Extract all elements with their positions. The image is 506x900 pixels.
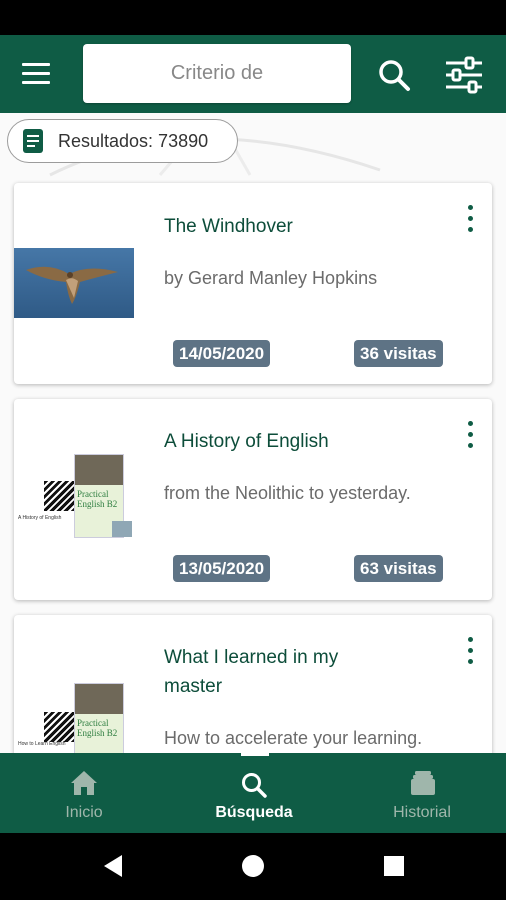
more-options-button[interactable] [458,421,482,455]
nav-history-label: Historial [393,804,451,821]
more-vert-icon [467,421,473,426]
card-title: The Windhover [164,216,293,237]
result-card[interactable]: The Windhover by Gerard Manley Hopkins 1… [14,183,492,384]
thumb-caption: A History of English [18,515,62,521]
card-thumbnail: How to Learn English Practical English B… [14,675,134,753]
filter-button[interactable] [442,55,486,95]
card-subtitle: How to accelerate your learning. [164,728,423,748]
search-box [83,44,351,103]
thumb-pattern [44,712,74,742]
results-count-chip: Resultados: 73890 [7,119,238,163]
results-list[interactable]: Resultados: 73890 The Windhover by Gerar… [0,113,506,753]
menu-button[interactable] [22,59,58,89]
nav-home-label: Inicio [65,804,103,821]
more-options-button[interactable] [458,205,482,239]
history-icon [411,771,435,795]
result-card[interactable]: How to Learn English Practical English B… [14,615,492,753]
system-navigation-bar [0,833,506,900]
card-subtitle: from the Neolithic to yesterday. [164,483,411,503]
back-icon[interactable] [102,854,124,878]
filter-icon [446,56,482,94]
date-badge: 14/05/2020 [173,340,271,367]
nav-search[interactable]: Búsqueda [170,753,338,833]
card-thumbnail: A History of English Practical English B… [14,449,134,544]
home-icon [71,771,97,795]
app-bar [0,35,506,113]
card-title: What I learned in my master [164,647,339,697]
visits-badge: 36 visitas [354,340,443,367]
home-circle-icon[interactable] [241,854,265,878]
nav-history[interactable]: Historial [338,753,506,833]
date-badge: 13/05/2020 [173,555,271,582]
document-icon [23,129,43,153]
menu-icon [22,63,50,66]
thumb-pattern [44,481,74,511]
status-bar [0,0,506,35]
book-cover: Practical English B2 [74,683,124,753]
search-button[interactable] [376,57,412,93]
result-card[interactable]: A History of English Practical English B… [14,399,492,600]
recents-icon[interactable] [383,855,405,877]
bird-image [14,248,134,318]
thumb-caption: How to Learn English [18,741,66,747]
more-vert-icon [467,205,473,210]
card-subtitle: by Gerard Manley Hopkins [164,268,378,288]
nav-search-label: Búsqueda [215,804,293,821]
search-icon [379,60,410,91]
search-input[interactable] [95,61,339,86]
visits-badge: 63 visitas [354,555,443,582]
card-thumbnail [14,248,134,318]
bottom-navigation: Inicio Búsqueda Historial [0,753,506,833]
search-icon [242,773,267,798]
more-options-button[interactable] [458,637,482,671]
results-count-label: Resultados: 73890 [58,130,209,151]
more-vert-icon [467,637,473,642]
card-title: A History of English [164,431,329,452]
nav-home[interactable]: Inicio [0,753,168,833]
